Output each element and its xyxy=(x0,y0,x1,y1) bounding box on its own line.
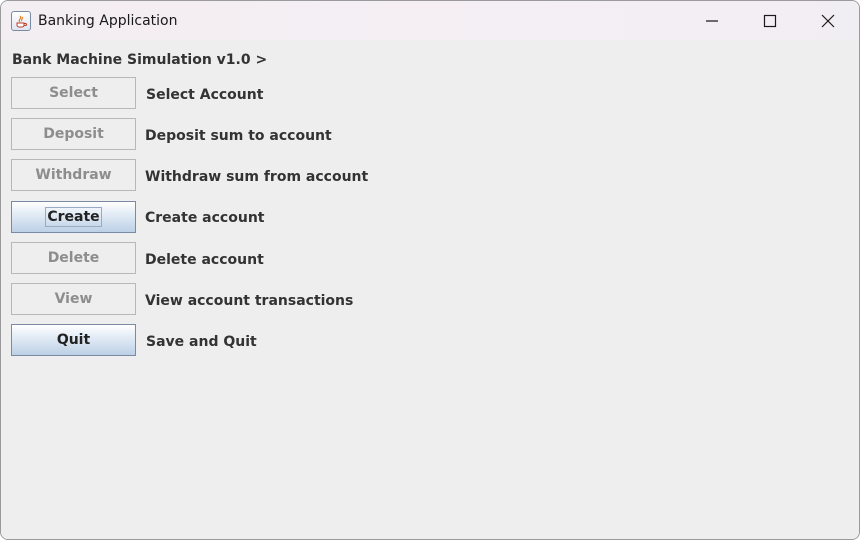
select-label: Select Account xyxy=(146,87,264,103)
app-window: Banking Application Bank Machine Simulat… xyxy=(0,0,860,540)
quit-label: Save and Quit xyxy=(146,334,257,350)
title-bar[interactable]: Banking Application xyxy=(1,1,859,40)
view-button[interactable]: View xyxy=(11,283,136,315)
delete-label: Delete account xyxy=(145,252,264,268)
window-title: Banking Application xyxy=(38,13,178,29)
create-button[interactable]: Create xyxy=(11,201,136,233)
delete-button[interactable]: Delete xyxy=(11,242,136,274)
app-heading: Bank Machine Simulation v1.0 > xyxy=(12,52,268,68)
close-icon xyxy=(821,14,835,27)
maximize-button[interactable] xyxy=(741,1,799,40)
close-button[interactable] xyxy=(799,1,857,40)
minimize-icon xyxy=(706,19,718,22)
withdraw-button[interactable]: Withdraw xyxy=(11,159,136,191)
create-button-label: Create xyxy=(45,207,102,227)
deposit-button[interactable]: Deposit xyxy=(11,118,136,150)
main-panel: Bank Machine Simulation v1.0 > Select Se… xyxy=(1,40,859,539)
select-button[interactable]: Select xyxy=(11,77,136,109)
view-label: View account transactions xyxy=(145,293,354,309)
minimize-button[interactable] xyxy=(683,1,741,40)
quit-button[interactable]: Quit xyxy=(11,324,136,356)
deposit-label: Deposit sum to account xyxy=(145,128,332,144)
maximize-icon xyxy=(763,14,777,27)
java-app-icon xyxy=(11,11,31,31)
withdraw-label: Withdraw sum from account xyxy=(145,169,369,185)
create-label: Create account xyxy=(145,210,265,226)
